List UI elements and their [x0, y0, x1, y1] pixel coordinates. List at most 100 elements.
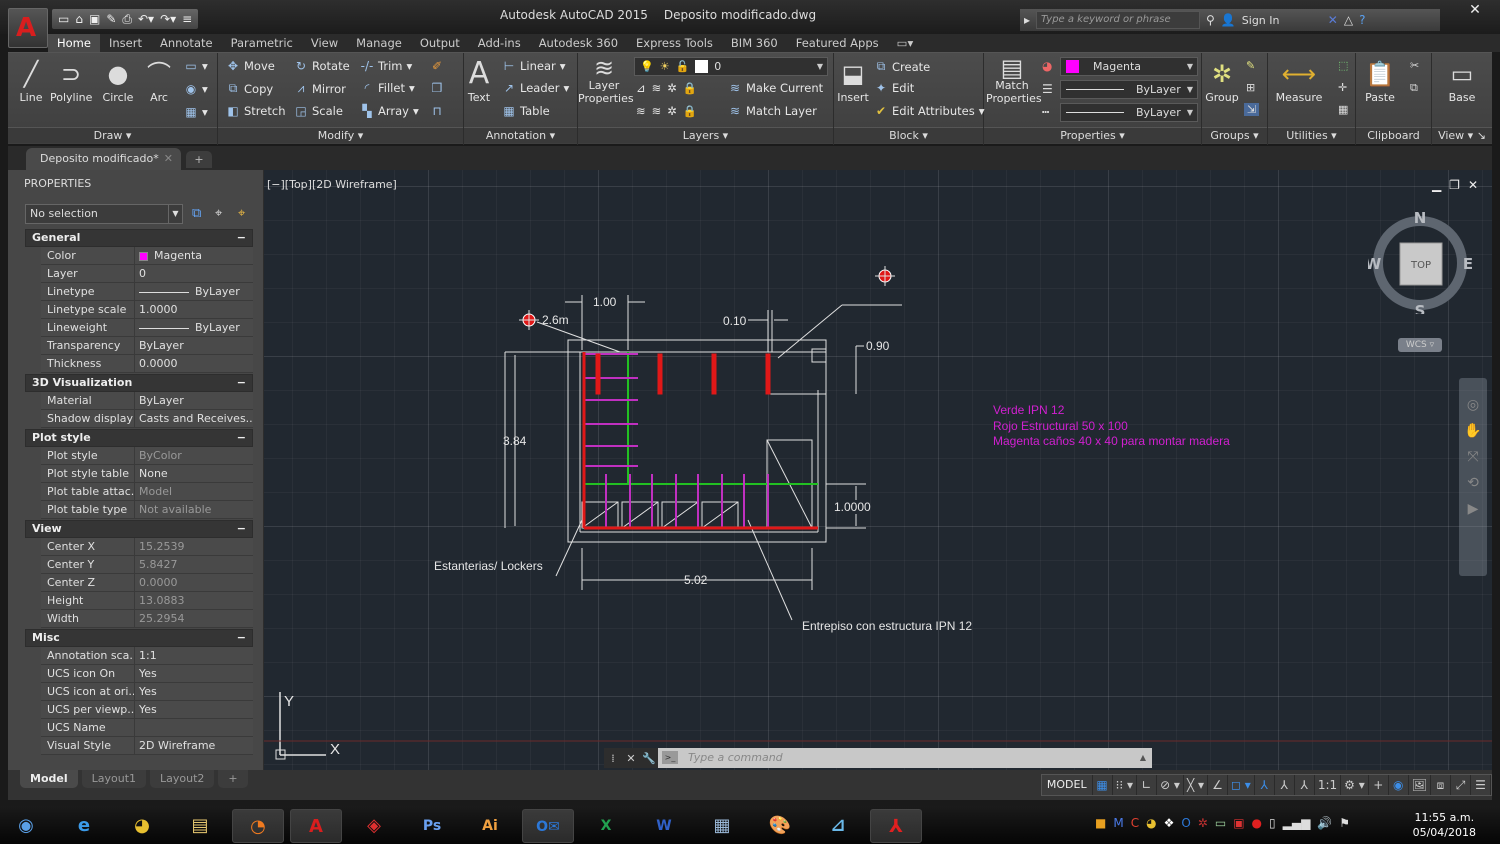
property-value[interactable]: 2D Wireframe	[135, 737, 253, 754]
quick-select-icon[interactable]: ⌖	[238, 206, 245, 221]
tab-autodesk-360[interactable]: Autodesk 360	[530, 34, 627, 52]
new-icon[interactable]: ▭	[58, 12, 69, 26]
tab-express-tools[interactable]: Express Tools	[627, 34, 722, 52]
layer-tools-row-2[interactable]: ≋≋✲🔒	[636, 104, 703, 118]
property-value[interactable]: ByColor	[135, 447, 253, 464]
copy-clip-icon[interactable]: ⧉	[1410, 81, 1418, 95]
add-layout-button[interactable]: +	[218, 770, 248, 788]
annotation-visibility-icon[interactable]: ⅄	[1255, 775, 1275, 795]
property-row[interactable]: Shadow display Casts and Receives...	[41, 410, 253, 428]
clock[interactable]: 11:55 a.m. 05/04/2018	[1413, 810, 1476, 840]
quick-properties-icon[interactable]: 🖼	[1409, 775, 1431, 795]
taskbar-excel[interactable]: X	[580, 809, 632, 843]
expand-icon[interactable]: ▸	[1024, 13, 1030, 27]
property-row[interactable]: Visual Style 2D Wireframe	[41, 737, 253, 755]
customize-qat-icon[interactable]: ≡	[182, 12, 192, 26]
group-selection-icon[interactable]: ⇲	[1244, 103, 1260, 116]
battery-icon[interactable]: ▯	[1269, 816, 1276, 830]
edit-block-button[interactable]: ✦ Edit	[874, 81, 914, 95]
tab-view[interactable]: View	[302, 34, 347, 52]
property-row[interactable]: Center Z 0.0000	[41, 574, 253, 592]
selection-dropdown[interactable]: No selection ▼	[25, 204, 183, 224]
copy-button[interactable]: ⧉ Copy	[226, 81, 273, 96]
category-view[interactable]: View −	[25, 520, 253, 538]
file-tab[interactable]: Deposito modificado* ✕	[26, 148, 181, 170]
volume-icon[interactable]: 🔊	[1317, 816, 1332, 830]
make-current-button[interactable]: ≋ Make Current	[728, 81, 823, 95]
match-properties-button[interactable]: ▤ Match Properties	[986, 56, 1042, 105]
compass-n[interactable]: N	[1414, 210, 1427, 227]
stretch-button[interactable]: ◧ Stretch	[226, 104, 285, 118]
property-row[interactable]: Width 25.2954	[41, 610, 253, 628]
layer-dropdown[interactable]: 💡 ☀ 🔓 0 ▼	[634, 57, 828, 76]
property-row[interactable]: UCS per viewp... Yes	[41, 701, 253, 719]
category-misc[interactable]: Misc −	[25, 629, 253, 647]
tab-parametric[interactable]: Parametric	[222, 34, 302, 52]
taskbar-calculator[interactable]: ▦	[696, 809, 748, 843]
taskbar-outlook[interactable]: O✉	[522, 809, 574, 843]
category-plot[interactable]: Plot style −	[25, 429, 253, 447]
taskbar-sketchup[interactable]: ◈	[348, 809, 400, 843]
category-general[interactable]: General −	[25, 229, 253, 247]
tab-layout1[interactable]: Layout1	[81, 770, 147, 788]
tray-ccleaner-icon[interactable]: C	[1131, 816, 1139, 830]
linear-button[interactable]: ⊢ Linear ▾	[502, 59, 566, 73]
scale-button[interactable]: ◲ Scale	[294, 104, 343, 118]
property-value[interactable]: 0.0000	[135, 574, 253, 591]
tab-output[interactable]: Output	[411, 34, 469, 52]
property-row[interactable]: Layer 0	[41, 265, 253, 283]
property-row[interactable]: Plot style table None	[41, 465, 253, 483]
leader-button[interactable]: ↗ Leader ▾	[502, 81, 569, 95]
move-button[interactable]: ✥ Move	[226, 59, 275, 73]
arc-button[interactable]: ⌒ Arc	[144, 57, 174, 104]
open-icon[interactable]: ⌂	[75, 12, 83, 26]
ribbon-minimize-icon[interactable]: ▭▾	[888, 34, 923, 52]
tray-chrome-icon[interactable]: ◕	[1146, 816, 1156, 830]
tray-dropbox-icon[interactable]: ❖	[1164, 816, 1175, 830]
clean-screen-icon[interactable]: ⤢	[1451, 775, 1471, 795]
property-row[interactable]: UCS Name	[41, 719, 253, 737]
rotate-button[interactable]: ↻ Rotate	[294, 59, 350, 73]
paste-button[interactable]: 📋 Paste	[1360, 57, 1400, 104]
insert-button[interactable]: ⬓ Insert	[836, 57, 870, 104]
panel-groups-title[interactable]: Groups ▾	[1202, 127, 1267, 143]
property-value[interactable]: 1:1	[135, 647, 253, 664]
new-tab-button[interactable]: +	[186, 151, 212, 168]
property-value[interactable]: Yes	[135, 701, 253, 718]
property-value[interactable]: Magenta	[135, 247, 253, 264]
taskbar-word[interactable]: W	[638, 809, 690, 843]
customize-icon[interactable]: 🔧	[640, 752, 658, 765]
category-viz3d[interactable]: 3D Visualization −	[25, 374, 253, 392]
taskbar-ie[interactable]: e	[58, 809, 110, 843]
layer-properties-button[interactable]: ≋ Layer Properties	[578, 56, 634, 105]
compass-e[interactable]: E	[1463, 255, 1472, 273]
property-row[interactable]: Center Y 5.8427	[41, 556, 253, 574]
taskbar-paint[interactable]: 🎨	[754, 809, 806, 843]
taskbar-acrobat[interactable]: ⅄	[870, 809, 922, 843]
text-button[interactable]: A Text	[464, 57, 494, 105]
property-value[interactable]: ByLayer	[135, 392, 253, 409]
minimize-viewport-icon[interactable]: ▁	[1432, 178, 1441, 192]
rectangle-button[interactable]: ▭ ▾	[184, 59, 207, 73]
application-menu-button[interactable]: A	[8, 8, 48, 48]
tray-malwarebytes-icon[interactable]: M	[1113, 816, 1123, 830]
tray-network-share-icon[interactable]: ▭	[1215, 816, 1226, 830]
tab-insert[interactable]: Insert	[100, 34, 151, 52]
taskbar-illustrator[interactable]: Ai	[464, 809, 516, 843]
polyline-button[interactable]: ⊃ Polyline	[50, 57, 92, 104]
tray-app-icon[interactable]: ■	[1095, 816, 1106, 830]
property-row[interactable]: Lineweight ByLayer	[41, 319, 253, 337]
help-icon[interactable]: ?	[1359, 13, 1365, 27]
explode-button[interactable]: ❒	[430, 81, 444, 95]
panel-modify-title[interactable]: Modify ▾	[218, 127, 463, 143]
snap-icon[interactable]: ⁝⁝ ▾	[1113, 775, 1138, 795]
tray-app2-icon[interactable]: ✲	[1198, 816, 1208, 830]
array-button[interactable]: ▚ Array ▾	[360, 104, 418, 118]
annotation-monitor-icon[interactable]: +	[1369, 775, 1389, 795]
property-row[interactable]: UCS icon On Yes	[41, 665, 253, 683]
lineweight-dropdown[interactable]: ByLayer ▼	[1060, 80, 1198, 99]
property-value[interactable]: ByLayer	[135, 337, 253, 354]
ungroup-icon[interactable]: ✎	[1246, 59, 1255, 72]
property-value[interactable]: Model	[135, 483, 253, 500]
tab-layout2[interactable]: Layout2	[150, 770, 215, 788]
